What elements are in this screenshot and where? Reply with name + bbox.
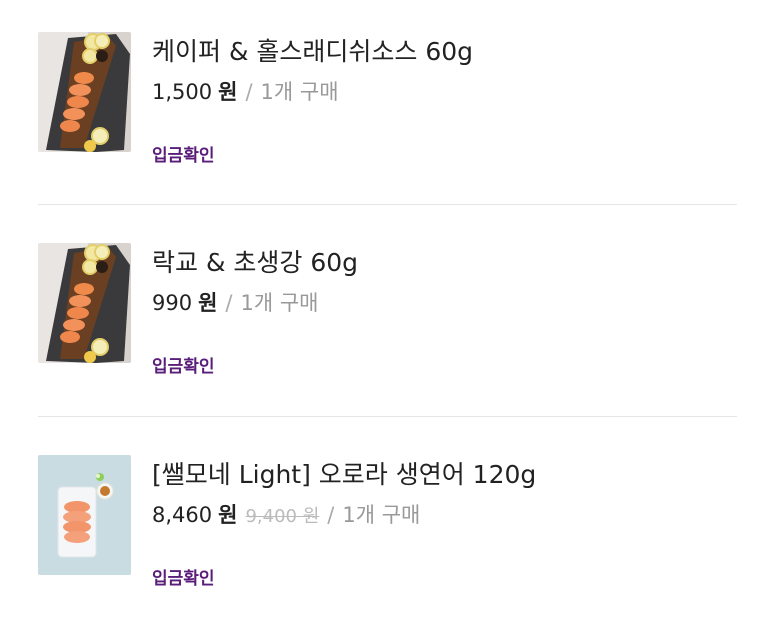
price-unit: 원 — [218, 503, 238, 527]
product-name[interactable]: [쌜모네 Light] 오로라 생연어 120g — [152, 459, 536, 491]
original-price: 9,400 원 — [245, 506, 320, 527]
separator: / — [327, 503, 335, 527]
price-line: 1,500 원 / 1개 구매 — [152, 78, 339, 106]
price-unit: 원 — [218, 80, 238, 104]
order-status: 입금확인 — [152, 569, 215, 589]
salmon-plate-image — [38, 455, 131, 575]
sale-price: 990 — [152, 291, 193, 315]
quantity-text: 1개 구매 — [342, 503, 421, 527]
order-item[interactable]: 케이퍼 & 홀스래디쉬소스 60g 1,500 원 / 1개 구매 입금확인 — [38, 32, 738, 166]
salmon-board-image — [38, 32, 131, 152]
sale-price: 8,460 — [152, 503, 213, 527]
separator: / — [245, 80, 253, 104]
product-name[interactable]: 락교 & 초생강 60g — [152, 247, 358, 279]
order-item[interactable]: [쌜모네 Light] 오로라 생연어 120g 8,460 원 9,400 원 / 1… — [38, 455, 738, 589]
quantity-text: 1개 구매 — [240, 291, 319, 315]
product-thumbnail[interactable] — [38, 243, 131, 363]
order-item[interactable]: 락교 & 초생강 60g 990 원 / 1개 구매 입금확인 — [38, 243, 738, 377]
product-thumbnail[interactable] — [38, 455, 131, 575]
item-divider — [38, 204, 737, 205]
price-unit: 원 — [198, 291, 218, 315]
price-line: 990 원 / 1개 구매 — [152, 289, 319, 317]
order-status: 입금확인 — [152, 146, 215, 166]
quantity-text: 1개 구매 — [260, 80, 339, 104]
order-status: 입금확인 — [152, 357, 215, 377]
price-line: 8,460 원 9,400 원 / 1개 구매 — [152, 501, 420, 531]
product-name[interactable]: 케이퍼 & 홀스래디쉬소스 60g — [152, 36, 473, 68]
item-divider — [38, 416, 737, 417]
separator: / — [225, 291, 233, 315]
sale-price: 1,500 — [152, 80, 213, 104]
product-thumbnail[interactable] — [38, 32, 131, 152]
salmon-board-image — [38, 243, 131, 363]
